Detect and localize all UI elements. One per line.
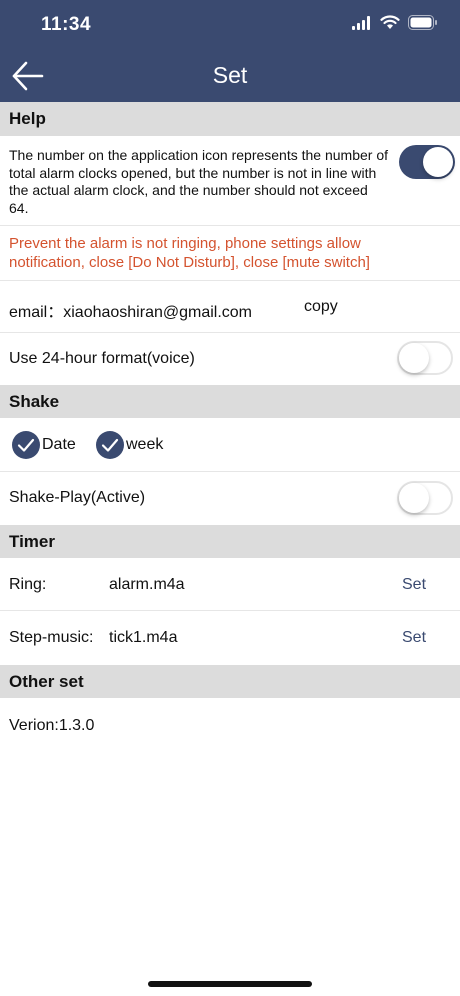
toggle-knob	[399, 343, 429, 373]
status-time: 11:34	[41, 14, 92, 35]
step-music-value: tick1.m4a	[109, 629, 178, 646]
date-checkbox[interactable]	[12, 431, 40, 459]
shake-play-row: Shake-Play(Active)	[0, 472, 460, 525]
step-music-label: Step-music:	[9, 629, 94, 646]
toggle-knob	[399, 483, 429, 513]
step-music-row: Step-music: tick1.m4a Set	[0, 611, 460, 665]
signal-icon	[352, 15, 372, 35]
badge-count-description: The number on the application icon repre…	[9, 147, 389, 216]
ring-set-button[interactable]: Set	[402, 576, 426, 594]
settings-screen: 11:34 Set Help The number on the applica…	[0, 0, 460, 996]
email-label: email：xiaohaoshiran@gmail.com	[9, 304, 253, 321]
step-music-set-button[interactable]: Set	[402, 629, 426, 647]
version-text: Verion:1.3.0	[9, 717, 95, 734]
shake-options-row: Date week	[0, 418, 460, 472]
badge-count-toggle[interactable]	[399, 145, 455, 179]
format-24h-row: Use 24-hour format(voice)	[0, 333, 460, 385]
checkmark-icon	[12, 438, 40, 463]
warning-row: Prevent the alarm is not ringing, phone …	[0, 226, 460, 281]
alarm-warning-text: Prevent the alarm is not ringing, phone …	[9, 235, 370, 271]
shake-play-toggle[interactable]	[397, 481, 453, 515]
checkmark-icon	[96, 438, 124, 463]
copy-email-button[interactable]: copy	[304, 298, 338, 316]
date-label: Date	[42, 436, 76, 453]
status-icons	[352, 14, 438, 36]
email-row: email：xiaohaoshiran@gmail.com copy	[0, 281, 460, 333]
nav-bar: 11:34 Set	[0, 0, 460, 102]
wifi-icon	[380, 15, 400, 35]
section-header-help: Help	[0, 102, 460, 136]
home-indicator	[148, 981, 312, 987]
ring-value: alarm.m4a	[109, 576, 185, 593]
format-24h-toggle[interactable]	[397, 341, 453, 375]
page-title: Set	[212, 62, 248, 88]
battery-icon	[408, 15, 438, 35]
shake-play-label: Shake-Play(Active)	[9, 489, 146, 506]
week-label: week	[126, 436, 164, 453]
ring-label: Ring:	[9, 576, 47, 593]
week-checkbox[interactable]	[96, 431, 124, 459]
section-header-timer: Timer	[0, 525, 460, 558]
section-header-shake: Shake	[0, 385, 460, 418]
toggle-knob	[423, 147, 453, 177]
section-header-other: Other set	[0, 665, 460, 698]
ring-row: Ring: alarm.m4a Set	[0, 558, 460, 611]
format-24h-label: Use 24-hour format(voice)	[9, 350, 195, 367]
badge-count-row: The number on the application icon repre…	[0, 136, 460, 226]
